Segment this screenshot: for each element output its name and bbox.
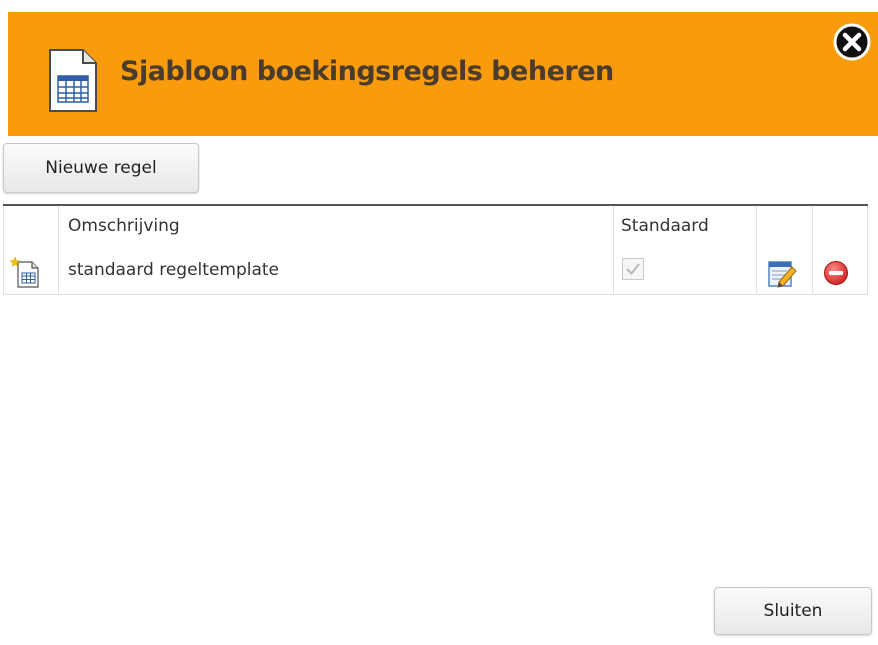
checkmark-icon [626,263,640,276]
description-column: Omschrijving standaard regeltemplate [59,206,614,294]
close-icon[interactable] [832,22,872,62]
row-description: standaard regeltemplate [68,260,280,280]
new-rule-button[interactable]: Nieuwe regel [3,143,199,193]
edit-column [757,206,813,294]
edit-icon[interactable] [767,258,797,288]
delete-column [813,206,868,294]
new-template-icon [10,256,39,288]
rules-table: Omschrijving standaard regeltemplate Sta… [3,204,868,295]
default-checkbox [622,258,644,280]
icon-column [3,206,59,294]
column-header-standaard: Standaard [621,216,709,236]
dialog-header: Sjabloon boekingsregels beheren [8,12,878,136]
default-column: Standaard [614,206,757,294]
column-header-omschrijving: Omschrijving [68,216,180,236]
delete-icon[interactable] [823,260,849,286]
dialog-title: Sjabloon boekingsregels beheren [120,56,614,87]
close-button[interactable]: Sluiten [714,587,872,635]
dialog: Sjabloon boekingsregels beheren Nieuwe r… [0,0,878,645]
document-table-icon [49,49,97,112]
